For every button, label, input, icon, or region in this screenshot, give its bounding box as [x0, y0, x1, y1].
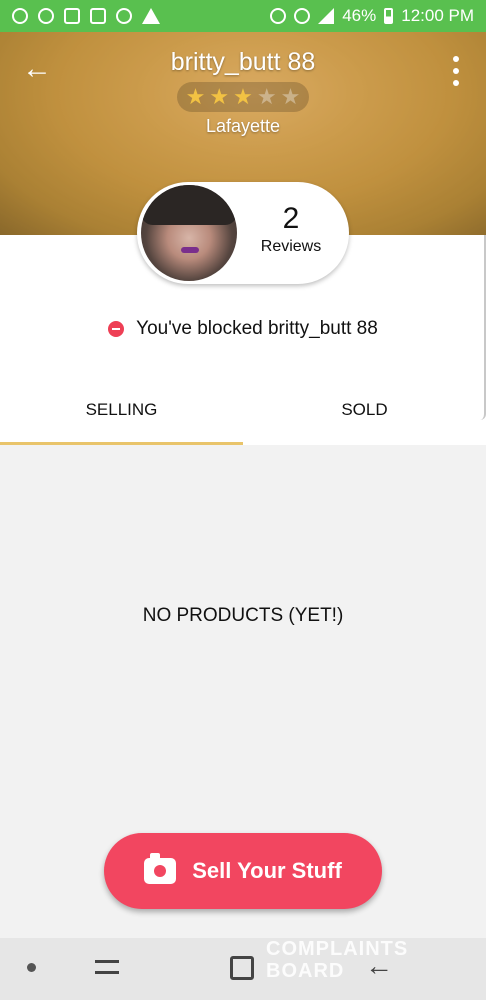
- shield-icon: [116, 8, 132, 24]
- signal-icon: [318, 8, 335, 24]
- system-icons: 46% 12:00 PM: [270, 6, 474, 26]
- star-filled-icon: ★: [185, 84, 206, 109]
- warning-icon: [142, 8, 160, 24]
- nav-back-icon[interactable]: ←: [365, 952, 393, 980]
- tab-sold[interactable]: SOLD: [243, 387, 486, 445]
- profile-card: 2 Reviews: [137, 182, 349, 284]
- reviews-label[interactable]: Reviews: [249, 238, 333, 256]
- watermark-logo: COMPLAINTS BOARD: [222, 938, 442, 1000]
- star-filled-icon: ★: [209, 84, 230, 109]
- sell-button-label: Sell Your Stuff: [192, 858, 342, 883]
- blocked-icon: [108, 321, 125, 337]
- empty-products-message: NO PRODUCTS (YET!): [142, 605, 344, 626]
- clock: 12:00 PM: [401, 6, 474, 25]
- star-empty-icon: ★: [280, 84, 301, 109]
- notification-icons: [12, 8, 160, 24]
- wifi-icon: [294, 8, 311, 24]
- battery-percent: 46%: [342, 6, 377, 25]
- status-bar: 46% 12:00 PM: [0, 0, 486, 32]
- profile-location: Lafayette: [205, 116, 281, 136]
- blocked-message: You've blocked britty_butt 88: [136, 318, 378, 339]
- gallery-icon: [64, 8, 80, 24]
- watermark-line-2: BOARD: [266, 960, 345, 982]
- sync-icon: [38, 8, 54, 24]
- more-options-icon[interactable]: [446, 56, 466, 86]
- star-filled-icon: ★: [233, 84, 253, 109]
- data-saver-icon: [270, 8, 287, 24]
- system-nav-bar: COMPLAINTS BOARD ←: [0, 938, 486, 1000]
- instagram-icon: [90, 8, 106, 24]
- sell-your-stuff-button[interactable]: Sell Your Stuff: [104, 833, 382, 909]
- avatar[interactable]: [141, 185, 237, 281]
- battery-icon: [384, 8, 394, 24]
- star-empty-icon: ★: [256, 84, 277, 109]
- camera-icon: [144, 853, 177, 884]
- tab-selling[interactable]: SELLING: [0, 387, 243, 445]
- chat-icon: [12, 8, 28, 24]
- review-count[interactable]: 2: [249, 202, 333, 236]
- nav-dot-icon[interactable]: [27, 963, 36, 972]
- profile-username: britty_butt 88: [170, 48, 316, 76]
- tab-bar: SELLING SOLD: [0, 387, 486, 445]
- blocked-notice: You've blocked britty_butt 88: [0, 318, 486, 340]
- recent-apps-icon[interactable]: [95, 956, 119, 978]
- rating-stars: ★ ★ ★ ★ ★: [177, 82, 309, 112]
- scroll-edge-indicator: [480, 235, 486, 420]
